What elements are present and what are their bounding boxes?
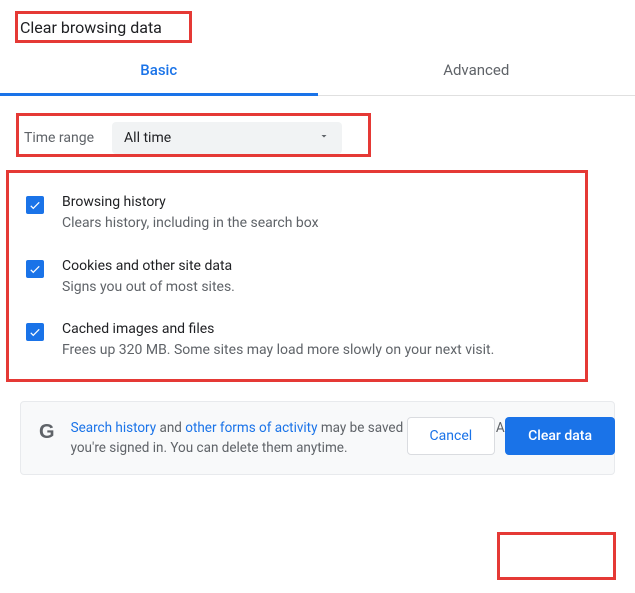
option-cookies: Cookies and other site data Signs you ou… [20, 248, 615, 312]
options-list: Browsing history Clears history, includi… [8, 174, 627, 385]
time-range-label: Time range [24, 130, 102, 146]
time-range-row: Time range All time [20, 114, 615, 162]
time-range-select[interactable]: All time [112, 122, 342, 154]
tab-basic[interactable]: Basic [0, 47, 318, 96]
option-desc: Frees up 320 MB. Some sites may load mor… [62, 341, 609, 361]
check-icon [28, 198, 42, 212]
link-other-activity[interactable]: other forms of activity [185, 420, 317, 436]
chevron-down-icon [318, 130, 330, 146]
option-title: Cookies and other site data [62, 258, 609, 274]
check-icon [28, 325, 42, 339]
clear-browsing-data-dialog: Clear browsing data Basic Advanced Time … [0, 0, 635, 475]
tabs: Basic Advanced [0, 47, 635, 96]
google-logo-icon: G [39, 418, 55, 442]
option-cached: Cached images and files Frees up 320 MB.… [20, 311, 615, 375]
checkbox-browsing-history[interactable] [26, 196, 44, 214]
dialog-footer: Cancel Clear data [407, 417, 619, 459]
option-desc: Clears history, including in the search … [62, 214, 609, 234]
cancel-button[interactable]: Cancel [407, 417, 496, 455]
link-search-history[interactable]: Search history [71, 420, 157, 436]
dialog-title: Clear browsing data [0, 0, 635, 47]
time-range-value: All time [124, 130, 171, 146]
option-desc: Signs you out of most sites. [62, 278, 609, 298]
check-icon [28, 262, 42, 276]
clear-data-button[interactable]: Clear data [505, 417, 615, 455]
option-title: Browsing history [62, 194, 609, 210]
checkbox-cached[interactable] [26, 323, 44, 341]
option-title: Cached images and files [62, 321, 609, 337]
option-browsing-history: Browsing history Clears history, includi… [20, 184, 615, 248]
checkbox-cookies[interactable] [26, 260, 44, 278]
highlight-box [497, 532, 616, 580]
tab-advanced[interactable]: Advanced [318, 47, 635, 95]
